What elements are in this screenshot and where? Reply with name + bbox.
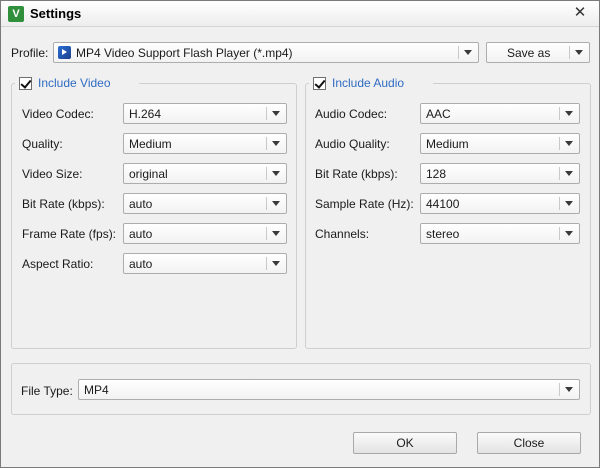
video-profile-icon	[58, 46, 71, 59]
chevron-down-icon	[565, 171, 573, 176]
audio-quality-value: Medium	[426, 137, 469, 151]
profile-label: Profile:	[11, 46, 49, 60]
chevron-down-icon	[272, 141, 280, 146]
title-bar: V Settings ✕	[1, 1, 599, 27]
file-type-value: MP4	[84, 383, 109, 397]
audio-quality-label: Audio Quality:	[315, 137, 390, 151]
chevron-down-icon	[272, 171, 280, 176]
aspect-ratio-value: auto	[129, 257, 153, 271]
close-icon[interactable]: ✕	[571, 4, 589, 22]
window-title: Settings	[30, 6, 82, 21]
chevron-down-icon	[565, 201, 573, 206]
ok-button[interactable]: OK	[353, 432, 457, 454]
chevron-down-icon	[565, 111, 573, 116]
channels-select[interactable]: stereo	[420, 223, 580, 244]
aspect-ratio-select[interactable]: auto	[123, 253, 287, 274]
audio-codec-select[interactable]: AAC	[420, 103, 580, 124]
close-button[interactable]: Close	[477, 432, 581, 454]
chevron-down-icon	[272, 261, 280, 266]
audio-bitrate-value: 128	[426, 167, 447, 181]
include-audio-checkbox[interactable]	[313, 77, 326, 90]
profile-select[interactable]: MP4 Video Support Flash Player (*.mp4)	[53, 42, 479, 63]
include-video-label[interactable]: Include Video	[38, 76, 111, 90]
video-size-label: Video Size:	[22, 167, 83, 181]
channels-label: Channels:	[315, 227, 370, 241]
file-type-label: File Type:	[21, 384, 73, 398]
save-as-button[interactable]: Save as	[486, 42, 590, 63]
include-video-checkbox[interactable]	[19, 77, 32, 90]
settings-dialog: V Settings ✕ Profile: MP4 Video Support …	[0, 0, 600, 468]
frame-rate-select[interactable]: auto	[123, 223, 287, 244]
audio-codec-value: AAC	[426, 107, 451, 121]
chevron-down-icon	[272, 111, 280, 116]
audio-bitrate-label: Bit Rate (kbps):	[315, 167, 398, 181]
video-bitrate-select[interactable]: auto	[123, 193, 287, 214]
chevron-down-icon[interactable]	[575, 50, 583, 55]
video-codec-label: Video Codec:	[22, 107, 94, 121]
include-audio-label[interactable]: Include Audio	[332, 76, 404, 90]
file-type-select[interactable]: MP4	[78, 379, 580, 400]
video-codec-select[interactable]: H.264	[123, 103, 287, 124]
chevron-down-icon	[565, 387, 573, 392]
quality-value: Medium	[129, 137, 172, 151]
aspect-ratio-label: Aspect Ratio:	[22, 257, 94, 271]
chevron-down-icon	[272, 201, 280, 206]
chevron-down-icon	[272, 231, 280, 236]
profile-value: MP4 Video Support Flash Player (*.mp4)	[76, 46, 293, 60]
frame-rate-label: Frame Rate (fps):	[22, 227, 117, 241]
audio-bitrate-select[interactable]: 128	[420, 163, 580, 184]
chevron-down-icon	[565, 141, 573, 146]
include-audio-header: Include Audio	[309, 76, 433, 92]
app-logo-icon: V	[8, 6, 24, 22]
video-bitrate-value: auto	[129, 197, 153, 211]
video-size-value: original	[129, 167, 168, 181]
sample-rate-select[interactable]: 44100	[420, 193, 580, 214]
quality-select[interactable]: Medium	[123, 133, 287, 154]
chevron-down-icon	[565, 231, 573, 236]
quality-label: Quality:	[22, 137, 63, 151]
audio-codec-label: Audio Codec:	[315, 107, 388, 121]
video-bitrate-label: Bit Rate (kbps):	[22, 197, 105, 211]
channels-value: stereo	[426, 227, 460, 241]
chevron-down-icon	[464, 50, 472, 55]
audio-quality-select[interactable]: Medium	[420, 133, 580, 154]
sample-rate-label: Sample Rate (Hz):	[315, 197, 414, 211]
video-size-select[interactable]: original	[123, 163, 287, 184]
video-codec-value: H.264	[129, 107, 162, 121]
save-as-label: Save as	[507, 46, 551, 60]
include-video-header: Include Video	[15, 76, 139, 92]
frame-rate-value: auto	[129, 227, 153, 241]
sample-rate-value: 44100	[426, 197, 460, 211]
